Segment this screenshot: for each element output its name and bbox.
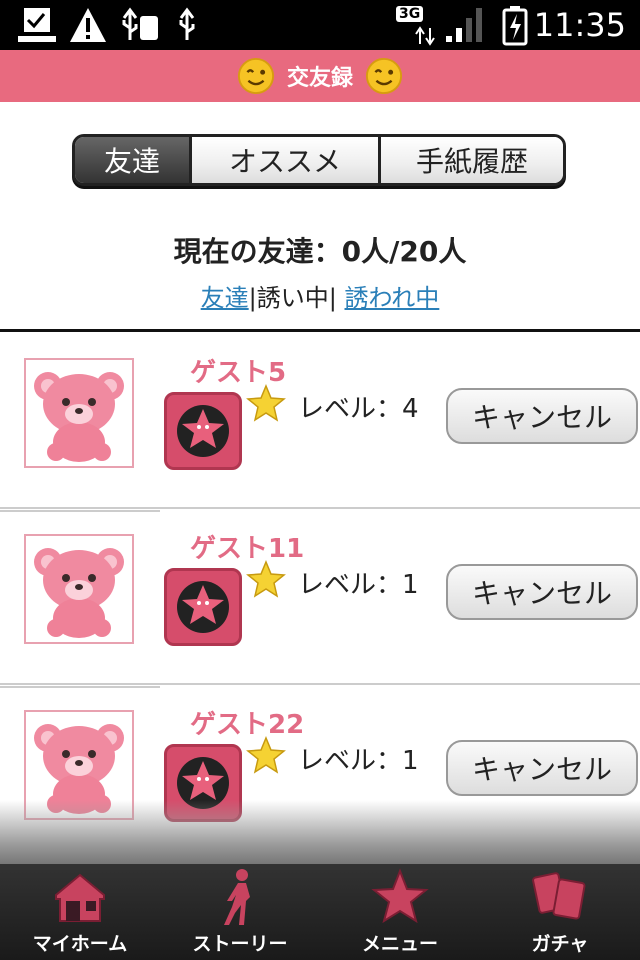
nav-gacha[interactable]: ガチャ xyxy=(480,864,640,960)
nav-label: ストーリー xyxy=(192,933,288,955)
status-bar: 3G 11:35 xyxy=(0,0,640,50)
walking-person-icon xyxy=(224,869,250,925)
row-separator xyxy=(0,510,160,512)
filter-friends-link[interactable]: 友達 xyxy=(201,284,249,312)
nav-label: マイホーム xyxy=(32,933,128,955)
tab-letter-history[interactable]: 手紙履歴 xyxy=(378,137,563,183)
bottom-nav: マイホーム ストーリー メニュー ガチャ xyxy=(0,864,640,960)
data-arrows-icon xyxy=(415,26,435,46)
star-level-icon xyxy=(246,736,286,774)
friend-filter-links: 友達|誘い中| 誘われ中 xyxy=(0,278,640,313)
download-complete-icon xyxy=(18,8,56,42)
filter-invited-link[interactable]: 誘われ中 xyxy=(345,284,440,312)
star-icon xyxy=(371,868,429,924)
cards-icon xyxy=(532,872,586,920)
tab-friends[interactable]: 友達 xyxy=(75,137,189,183)
star-level-icon xyxy=(246,560,286,598)
clock: 11:35 xyxy=(533,6,626,44)
cancel-button[interactable]: キャンセル xyxy=(446,388,638,444)
usb-debug-icon xyxy=(122,7,158,40)
tab-bar: 友達 オススメ 手紙履歴 xyxy=(72,134,566,186)
title-bar: 交友録 xyxy=(0,50,640,102)
cancel-button[interactable]: キャンセル xyxy=(446,564,638,620)
row-separator xyxy=(0,683,640,685)
friend-level: レベル：4 xyxy=(298,394,419,424)
nav-label: メニュー xyxy=(361,933,438,955)
wink-smiley-icon xyxy=(365,57,403,95)
filter-separator: | xyxy=(328,284,337,312)
starfish-badge-icon xyxy=(164,392,242,470)
cancel-button[interactable]: キャンセル xyxy=(446,740,638,796)
nav-menu[interactable]: メニュー xyxy=(320,864,480,960)
bear-avatar xyxy=(24,358,134,468)
home-icon xyxy=(55,873,105,922)
usb-icon xyxy=(179,7,195,40)
scroll-fade xyxy=(0,800,640,864)
nav-story[interactable]: ストーリー xyxy=(160,864,320,960)
section-divider xyxy=(0,329,640,332)
filter-separator: | xyxy=(248,284,257,312)
friend-level: レベル：1 xyxy=(298,570,419,600)
pink-bear-icon xyxy=(34,548,124,638)
row-separator xyxy=(0,686,160,688)
friend-row: ゲスト5 レベル：4 キャンセル xyxy=(0,334,640,509)
friend-level: レベル：1 xyxy=(298,746,419,776)
page-title: 交友録 xyxy=(286,66,353,91)
wink-smiley-icon xyxy=(237,57,275,95)
friend-count: 現在の友達：0人/20人 xyxy=(173,235,467,268)
row-separator xyxy=(0,507,640,509)
warning-icon xyxy=(70,8,106,42)
battery-charging-icon xyxy=(502,6,528,46)
nav-label: ガチャ xyxy=(531,933,589,955)
signal-strength-icon xyxy=(446,8,482,42)
star-level-icon xyxy=(246,384,286,422)
filter-inviting: 誘い中 xyxy=(256,284,329,312)
bear-avatar xyxy=(24,534,134,644)
nav-my-home[interactable]: マイホーム xyxy=(0,864,160,960)
friend-row: ゲスト11 レベル：1 キャンセル xyxy=(0,510,640,685)
tab-recommended[interactable]: オススメ xyxy=(189,137,378,183)
starfish-badge-icon xyxy=(164,568,242,646)
pink-bear-icon xyxy=(34,372,124,462)
network-type: 3G xyxy=(396,6,424,22)
